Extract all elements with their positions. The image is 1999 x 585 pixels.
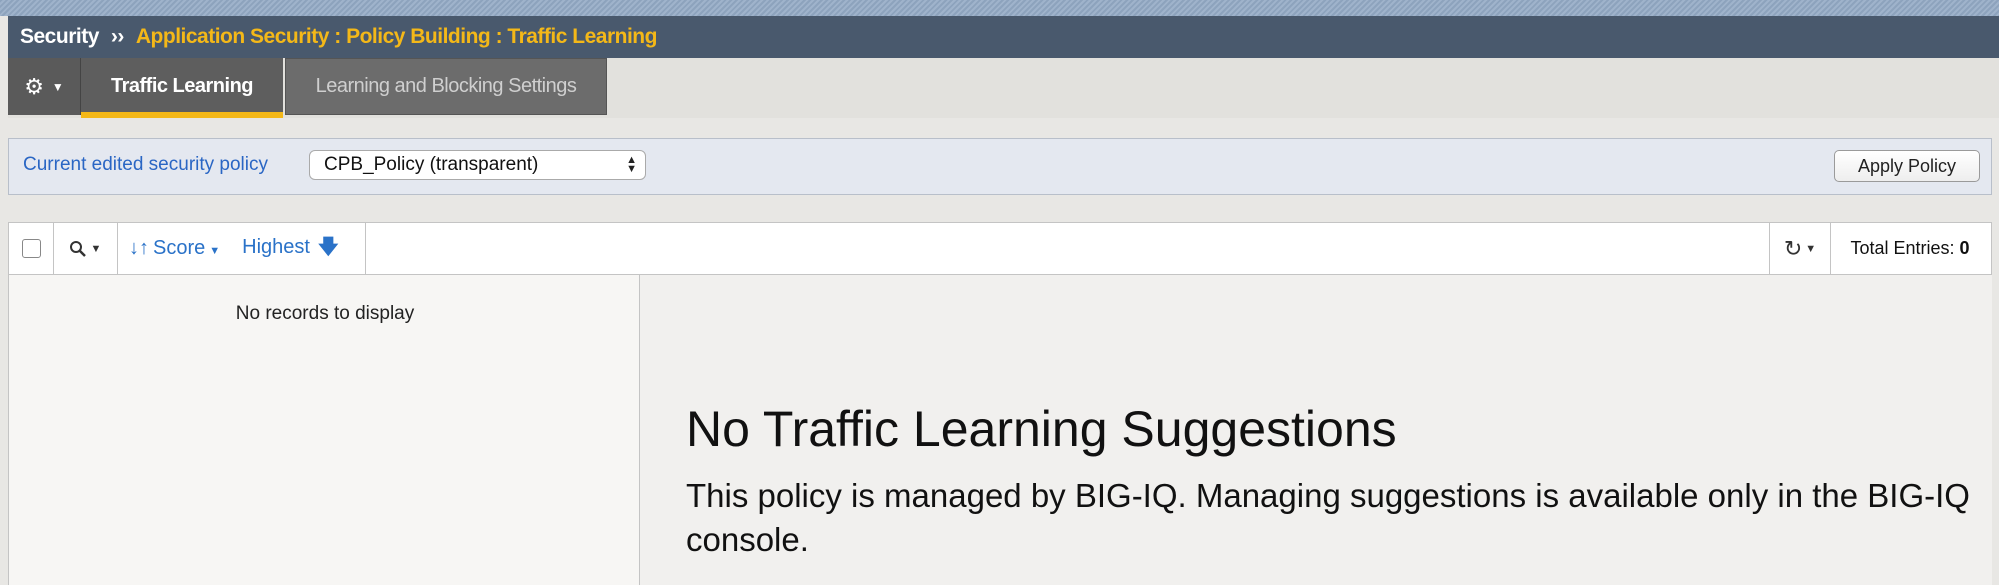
tab-label: Traffic Learning — [110, 75, 254, 97]
detail-title: No Traffic Learning Suggestions — [686, 401, 1397, 457]
sort-order-label: Highest — [242, 235, 310, 258]
breadcrumb-path: Application Security : Policy Building :… — [135, 25, 658, 48]
total-entries-count: 0 — [1959, 238, 1970, 258]
chevron-down-icon: ▼ — [90, 242, 102, 255]
policy-select[interactable]: CPB_Policy (transparent) ▲ ▼ — [309, 150, 646, 180]
total-entries-label: Total Entries: — [1850, 238, 1955, 258]
breadcrumb: Security ›› Application Security : Polic… — [8, 16, 1999, 58]
breadcrumb-separator: ›› — [110, 25, 125, 48]
select-arrows-icon: ▲ ▼ — [626, 154, 637, 175]
sort-icon: ↓↑ — [129, 237, 149, 259]
select-all-checkbox[interactable] — [21, 239, 41, 258]
refresh-button[interactable]: ↻ ▼ — [1769, 223, 1831, 274]
settings-menu-button[interactable]: ⚙ ▼ — [8, 58, 81, 115]
tab-bar: ⚙ ▼ Traffic Learning Learning and Blocki… — [8, 58, 1999, 118]
detail-panel: No Traffic Learning Suggestions This pol… — [640, 275, 1992, 585]
refresh-icon: ↻ — [1783, 235, 1803, 261]
breadcrumb-root[interactable]: Security — [20, 25, 99, 49]
chevron-down-icon: ▼ — [1805, 242, 1817, 255]
policy-select-value: CPB_Policy (transparent) — [324, 154, 539, 175]
detail-message: This policy is managed by BIG-IQ. Managi… — [686, 477, 1970, 558]
gear-icon: ⚙ — [24, 73, 44, 99]
policy-label[interactable]: Current edited security policy — [23, 154, 268, 176]
arrow-down-icon: 🡇 — [317, 235, 339, 258]
sort-field-label: Score — [153, 237, 206, 259]
records-panel: No records to display — [8, 275, 640, 585]
total-entries: Total Entries: 0 — [1829, 223, 1991, 274]
policy-bar: Current edited security policy CPB_Polic… — [8, 138, 1992, 195]
search-button[interactable]: ▼ — [53, 223, 118, 274]
top-stripe — [0, 0, 1999, 16]
empty-records-message: No records to display — [235, 303, 415, 324]
apply-policy-button[interactable]: Apply Policy — [1834, 150, 1980, 182]
sort-controls: ↓↑ Score ▼ Highest 🡇 — [117, 223, 366, 274]
grid-toolbar: ▼ ↓↑ Score ▼ Highest 🡇 ↻ ▼ Total Entries: … — [8, 222, 1992, 275]
tab-learning-and-blocking-settings[interactable]: Learning and Blocking Settings — [285, 58, 607, 115]
sort-field-dropdown[interactable]: Score ▼ — [153, 237, 220, 260]
tab-traffic-learning[interactable]: Traffic Learning — [81, 58, 283, 118]
search-icon — [69, 240, 86, 257]
chevron-down-icon: ▼ — [209, 245, 221, 257]
sort-order-toggle[interactable]: Highest 🡇 — [242, 232, 338, 266]
active-tab-indicator — [81, 112, 283, 118]
chevron-down-icon: ▼ — [51, 79, 64, 94]
select-all-cell — [9, 223, 54, 274]
tab-label: Learning and Blocking Settings — [315, 75, 577, 97]
